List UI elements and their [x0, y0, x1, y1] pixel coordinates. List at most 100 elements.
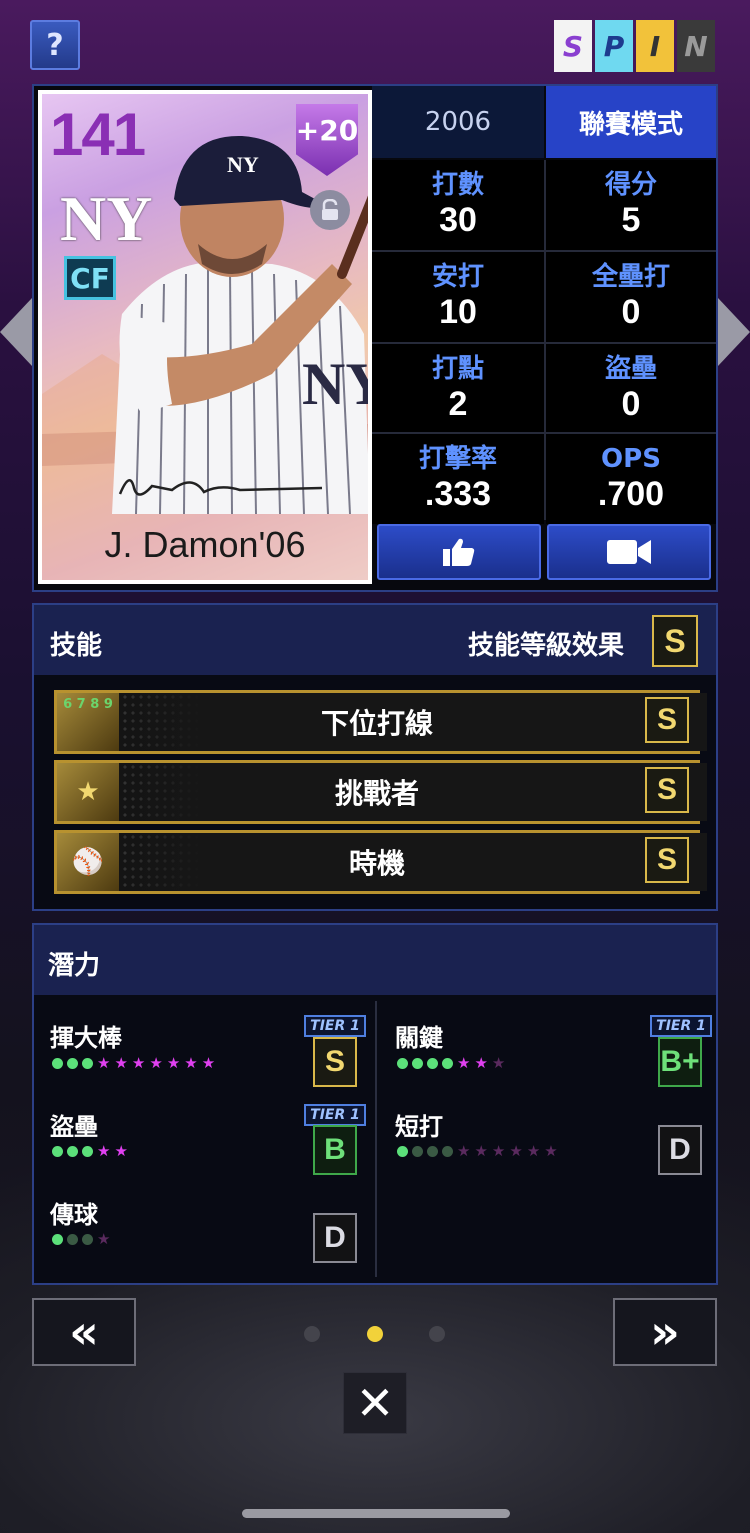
skill-overall-grade-badge: S: [652, 615, 698, 667]
potential-name: 關鍵: [395, 1024, 443, 1052]
rating-dot-icon: [412, 1057, 423, 1069]
previous-player-arrow-icon[interactable]: [0, 298, 32, 366]
rating-dot-icon: [52, 1145, 63, 1157]
next-page-button[interactable]: »: [613, 1298, 717, 1366]
tab-league-mode[interactable]: 聯賽模式: [546, 86, 716, 158]
close-button[interactable]: ✕: [343, 1372, 407, 1434]
divider: [372, 432, 716, 434]
stat-label: 打數: [431, 170, 484, 200]
tier-tag: TIER 1: [650, 1015, 712, 1037]
video-button[interactable]: [547, 524, 711, 580]
rating-star-icon: ★: [201, 1053, 216, 1072]
skill-level-effect-label: 技能等級效果: [467, 631, 624, 661]
rating-star-empty-icon: ★: [457, 1141, 471, 1160]
potential-panel: 潛力 揮大棒 ★ ★ ★ ★ ★ ★ ★ TIER 1 S 盜壘 ★ ★ TIER 1 B 傳…: [32, 923, 718, 1285]
player-name: J. Damon'06: [104, 524, 306, 565]
spin-letter-s: S: [554, 20, 592, 72]
thumbs-up-icon: [443, 538, 475, 566]
stat-value: 0: [621, 385, 641, 423]
next-player-arrow-icon[interactable]: [718, 298, 750, 366]
potential-rating-dots: ★ ★ ★: [397, 1055, 505, 1071]
rating-dot-icon: [442, 1057, 453, 1069]
skill-grade-badge: S: [645, 767, 689, 813]
potential-grade-badge: B: [313, 1125, 357, 1175]
page-indicator-dot-active[interactable]: [367, 1326, 383, 1342]
rating-star-icon: ★: [131, 1053, 146, 1072]
previous-page-button[interactable]: «: [32, 1298, 136, 1366]
divider: [372, 342, 716, 344]
stat-ops: OPS .700: [546, 434, 716, 524]
rating-star-icon: ★: [474, 1053, 488, 1072]
card-overall-rating: 141: [50, 101, 146, 168]
rating-dot-icon: [67, 1145, 78, 1157]
potential-name: 揮大棒: [50, 1024, 122, 1052]
stat-value: .700: [597, 475, 665, 513]
rating-dot-icon: [67, 1057, 78, 1069]
stat-runs: 得分 5: [546, 160, 716, 250]
spin-letter-n: N: [677, 20, 715, 72]
stat-batting-average: 打擊率 .333: [372, 434, 544, 524]
potential-rating-dots: ★: [52, 1231, 110, 1247]
rating-star-icon: ★: [114, 1141, 128, 1160]
player-card[interactable]: NY NY 141 NY CF +20 J. Damon'06: [38, 90, 372, 584]
home-indicator[interactable]: [242, 1509, 510, 1518]
skills-title: 技能: [50, 631, 103, 661]
divider: [544, 160, 546, 520]
rating-dot-empty-icon: [67, 1233, 78, 1245]
rating-dot-icon: [427, 1057, 438, 1069]
rating-dot-empty-icon: [412, 1145, 423, 1157]
skill-row[interactable]: ★ 挑戰者 S: [54, 760, 707, 824]
rating-dot-icon: [52, 1057, 63, 1069]
divider: [372, 250, 716, 252]
team-logo: NY: [60, 183, 153, 254]
stat-label: 全壘打: [591, 262, 670, 292]
skill-row[interactable]: ⚾ 時機 S: [54, 830, 707, 894]
skill-row[interactable]: 6 7 8 9 下位打線 S: [54, 690, 707, 754]
rating-dot-icon: [82, 1057, 93, 1069]
potential-rating-dots: ★ ★: [52, 1143, 128, 1159]
rating-dot-empty-icon: [442, 1145, 453, 1157]
svg-text:NY: NY: [302, 351, 372, 417]
position-badge: CF: [64, 256, 116, 300]
rating-dot-icon: [82, 1145, 93, 1157]
rating-star-empty-icon: ★: [509, 1141, 523, 1160]
rating-dot-icon: [397, 1145, 408, 1157]
lock-icon[interactable]: [310, 190, 350, 230]
rating-star-empty-icon: ★: [474, 1141, 488, 1160]
stat-at-bats: 打數 30: [372, 160, 544, 250]
spin-letter-p: P: [595, 20, 633, 72]
rating-star-empty-icon: ★: [491, 1141, 506, 1160]
tier-tag: TIER 1: [304, 1015, 366, 1037]
video-camera-icon: [607, 540, 651, 564]
help-button[interactable]: ?: [30, 20, 80, 70]
stat-value: 30: [439, 201, 477, 239]
stat-label: OPS: [601, 444, 661, 474]
rating-dot-icon: [52, 1233, 63, 1245]
potential-grade-badge: D: [658, 1125, 702, 1175]
rating-dot-icon: [397, 1057, 408, 1069]
rating-dot-empty-icon: [427, 1145, 438, 1157]
potential-name: 盜壘: [50, 1113, 98, 1141]
stat-label: 安打: [431, 262, 484, 292]
rating-dot-empty-icon: [82, 1233, 93, 1245]
stat-value: 2: [448, 385, 468, 423]
skills-panel: 技能 技能等級效果 S 6 7 8 9 下位打線 S ★ 挑戰者 S ⚾ 時機 …: [32, 603, 718, 911]
tab-year[interactable]: 2006: [372, 86, 544, 158]
rating-star-empty-icon: ★: [491, 1053, 506, 1072]
rating-star-icon: ★: [97, 1141, 111, 1160]
skill-grade-badge: S: [645, 837, 689, 883]
page-indicator-dot[interactable]: [429, 1326, 445, 1342]
stat-hits: 安打 10: [372, 252, 544, 342]
spin-grade-indicator: S P I N: [554, 20, 715, 72]
rating-star-empty-icon: ★: [97, 1229, 111, 1248]
stat-home-runs: 全壘打 0: [546, 252, 716, 342]
potential-rating-dots: ★ ★ ★ ★ ★ ★: [397, 1143, 558, 1159]
tier-tag: TIER 1: [304, 1104, 366, 1126]
rating-star-empty-icon: ★: [544, 1141, 558, 1160]
potential-grade-badge: S: [313, 1037, 357, 1087]
svg-text:NY: NY: [227, 152, 259, 177]
stat-stolen-bases: 盜壘 0: [546, 344, 716, 434]
like-button[interactable]: [377, 524, 541, 580]
page-indicator-dot[interactable]: [304, 1326, 320, 1342]
rating-star-icon: ★: [457, 1053, 471, 1072]
